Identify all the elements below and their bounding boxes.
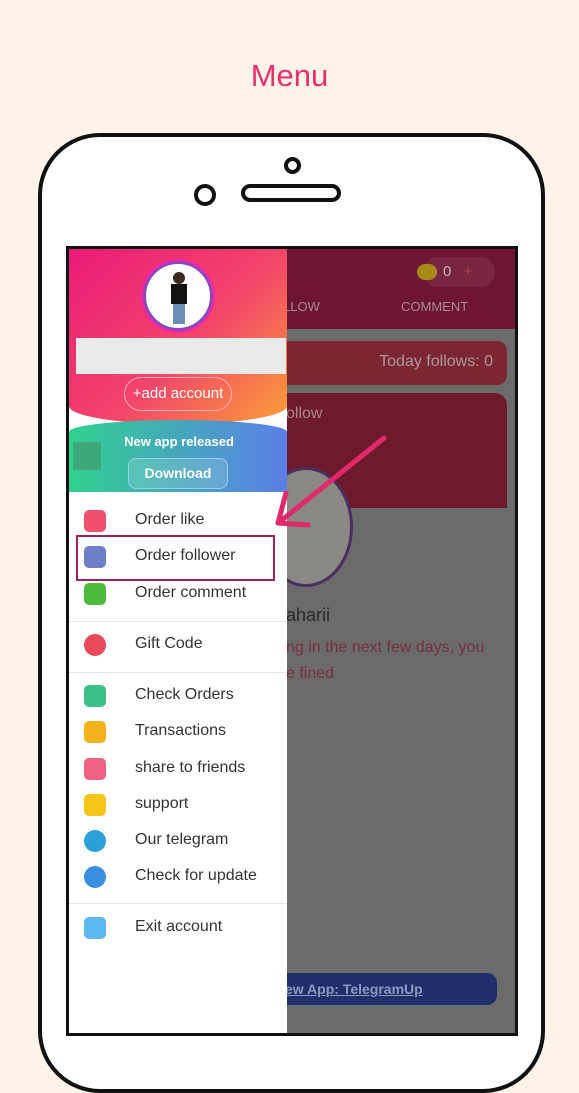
pointer-arrow	[275, 435, 387, 528]
